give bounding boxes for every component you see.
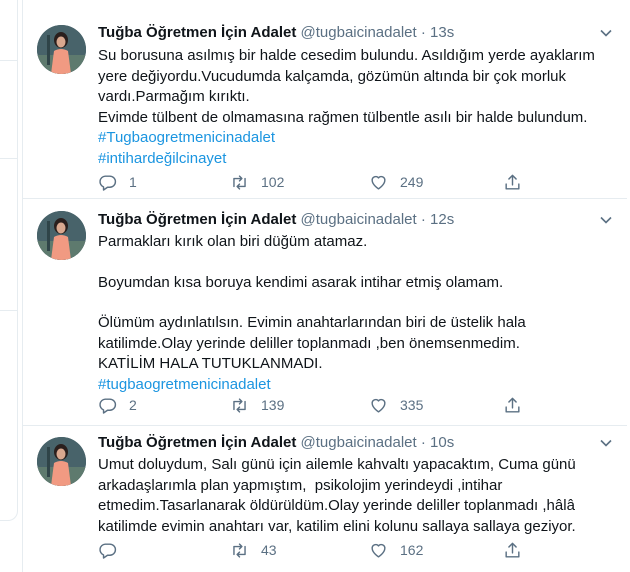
heart-icon [371,398,386,413]
share-icon [505,542,520,558]
share-button[interactable] [503,539,522,561]
left-gutter [0,0,21,572]
heart-icon [371,543,386,558]
retweet-button[interactable]: 102 [230,171,284,193]
tweet-3[interactable]: Tuğba Öğretmen İçin Adalet @tugbaicinada… [23,426,627,572]
tweet-header: Tuğba Öğretmen İçin Adalet @tugbaicinada… [98,23,454,43]
profile-photo [37,211,86,260]
separator-dot: · [420,434,426,451]
tweet-1[interactable]: Tuğba Öğretmen İçin Adalet @tugbaicinada… [23,0,627,199]
user-handle[interactable]: @tugbaicinadalet [301,211,417,228]
like-button[interactable]: 162 [369,539,423,561]
profile-photo [37,437,86,486]
reply-icon [99,397,117,414]
heart-icon [371,175,386,190]
separator-dot: · [420,211,426,228]
retweet-icon [233,542,246,558]
chevron-down-icon[interactable] [599,26,613,40]
chevron-down-icon[interactable] [599,213,613,227]
share-icon [505,397,520,413]
sidebar-divider [0,158,17,159]
display-name[interactable]: Tuğba Öğretmen İçin Adalet [98,24,296,41]
user-handle[interactable]: @tugbaicinadalet [301,24,417,41]
retweet-count: 139 [261,397,285,413]
tweet-line: arkadaşlarımla plan yapmıştım, psikoloji… [98,476,503,494]
like-count: 162 [400,542,424,558]
share-button[interactable] [503,171,522,193]
left-sidebar-panel [0,0,18,521]
tweet-line: Evimde tülbent de olmamasına rağmen tülb… [98,108,588,126]
timestamp[interactable]: 13s [430,24,454,41]
display-name[interactable]: Tuğba Öğretmen İçin Adalet [98,211,296,228]
tweet-text: Su borusuna asılmış bir halde cesedim bu… [98,46,618,169]
retweet-icon [233,174,246,190]
hashtag-link[interactable]: #tugbaogretmenicinadalet [98,375,618,396]
share-button[interactable] [503,394,522,416]
tweet-actions: 2 139 335 [98,394,538,416]
like-count: 249 [400,174,424,190]
reply-button[interactable]: 2 [98,394,137,416]
like-count: 335 [400,397,424,413]
tweet-line: katilimde evimin anahtarı var, katilim e… [98,517,576,535]
tweet-actions: 1 102 249 [98,171,538,193]
tweet-line: Umut doluydum, Salı günü için ailemle ka… [98,456,576,473]
retweet-button[interactable]: 139 [230,394,284,416]
reply-button[interactable] [98,539,129,561]
tweet-header: Tuğba Öğretmen İçin Adalet @tugbaicinada… [98,433,454,453]
retweet-count: 102 [261,174,285,190]
chevron-down-icon[interactable] [599,436,613,450]
hashtag-link[interactable]: #intihardeğilcinayet [98,149,618,170]
tweet-line: Su borusuna asılmış bir halde cesedim bu… [98,47,595,64]
reply-button[interactable]: 1 [98,171,137,193]
tweet-line: Boyumdan kısa boruya kendimi asarak inti… [98,273,504,291]
user-handle[interactable]: @tugbaicinadalet [301,434,417,451]
like-button[interactable]: 249 [369,171,423,193]
sidebar-divider [0,60,17,61]
tweet-header: Tuğba Öğretmen İçin Adalet @tugbaicinada… [98,210,454,230]
timestamp[interactable]: 12s [430,211,454,228]
profile-photo [37,25,86,74]
tweet-text: Parmakları kırık olan biri düğüm atamaz.… [98,232,618,395]
tweet-line: KATİLİM HALA TUTUKLANMADI. [98,355,323,372]
sidebar-divider [0,310,17,311]
reply-icon [99,174,117,191]
hashtag-link[interactable]: #Tugbaogretmenicinadalet [98,128,618,149]
display-name[interactable]: Tuğba Öğretmen İçin Adalet [98,434,296,451]
reply-icon [99,542,117,559]
tweet-thread: Tuğba Öğretmen İçin Adalet @tugbaicinada… [22,0,630,572]
tweet-line: vardı.Parmağım kırıktı. [98,88,250,105]
tweet-line: Parmakları kırık olan biri düğüm atamaz. [98,233,368,250]
tweet-2[interactable]: Tuğba Öğretmen İçin Adalet @tugbaicinada… [23,199,627,426]
tweet-line: yere değiyordu.Vucudumda kalçamda, gözüm… [98,67,567,85]
tweet-line: Ölümüm aydınlatılsın. Evimin anahtarları… [98,314,526,331]
tweet-text: Umut doluydum, Salı günü için ailemle ka… [98,455,618,537]
reply-count: 2 [129,397,137,413]
avatar[interactable] [37,437,86,486]
timestamp[interactable]: 10s [430,434,454,451]
retweet-count: 43 [261,542,277,558]
tweet-actions: 43 162 [98,539,538,561]
tweet-line: etmedim.Tasarlanarak öldürüldüm.Olay yer… [98,497,575,514]
share-icon [505,174,520,190]
reply-count: 1 [129,174,137,190]
separator-dot: · [420,24,426,41]
retweet-button[interactable]: 43 [230,539,277,561]
avatar[interactable] [37,211,86,260]
tweet-line: katilimde.Olay yerinde deliller toplanma… [98,334,520,352]
avatar[interactable] [37,25,86,74]
like-button[interactable]: 335 [369,394,423,416]
retweet-icon [233,397,246,413]
